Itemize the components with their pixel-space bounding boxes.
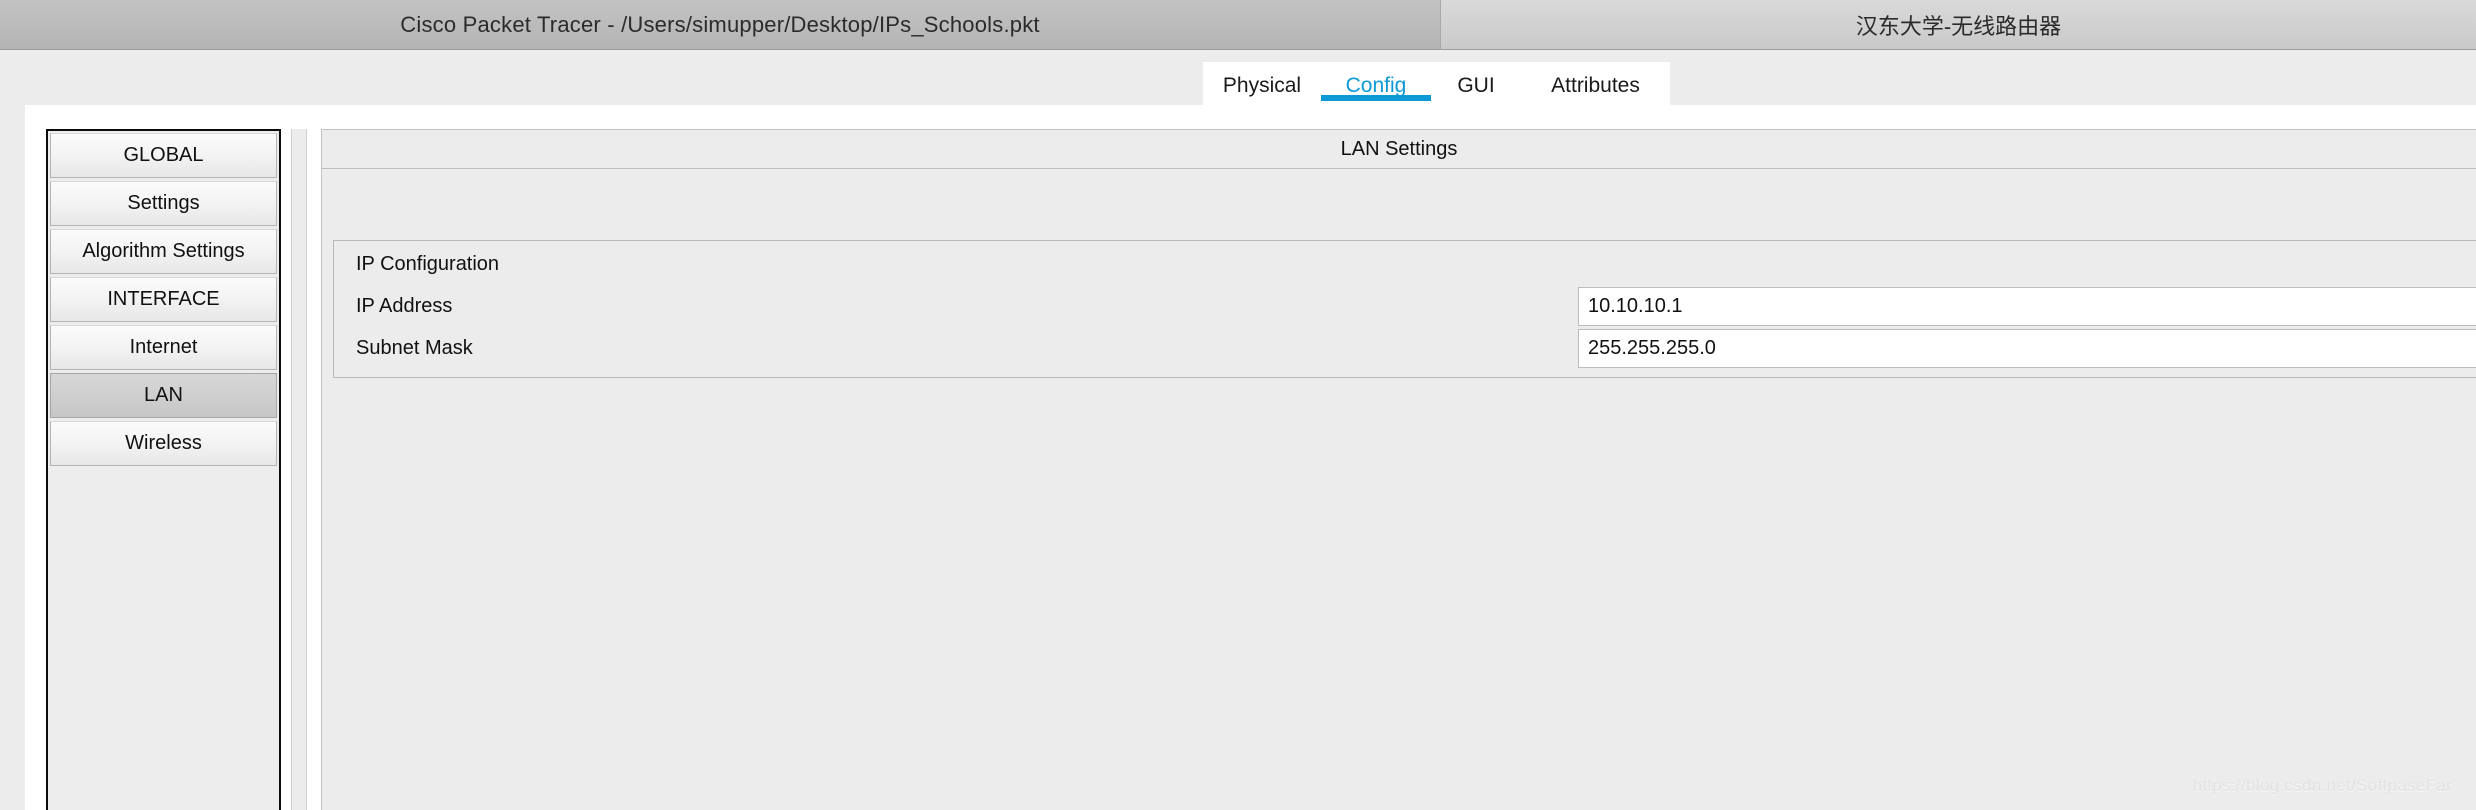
subnet-mask-label: Subnet Mask bbox=[356, 337, 473, 359]
tab-config[interactable]: Config bbox=[1321, 62, 1431, 107]
tab-attributes[interactable]: Attributes bbox=[1521, 62, 1670, 107]
ip-address-value: 10.10.10.1 bbox=[1588, 295, 1683, 317]
tab-bar: Physical Config GUI Attributes bbox=[1203, 62, 1670, 107]
device-title-bar: 汉东大学-无线路由器 bbox=[1440, 0, 2476, 50]
tab-config-underline bbox=[1321, 95, 1431, 101]
packet-tracer-window: Cisco Packet Tracer - /Users/simupper/De… bbox=[0, 0, 2476, 810]
title-bar: Cisco Packet Tracer - /Users/simupper/De… bbox=[0, 0, 2476, 50]
panel-splitter[interactable] bbox=[291, 129, 307, 810]
panel-body: IP Configuration IP Address 10.10.10.1 S… bbox=[322, 169, 2476, 810]
lan-settings-panel: LAN Settings IP Configuration IP Address… bbox=[321, 129, 2476, 810]
tab-physical-label: Physical bbox=[1222, 73, 1302, 97]
application-title-bar: Cisco Packet Tracer - /Users/simupper/De… bbox=[0, 0, 1440, 50]
sidebar-item-settings[interactable]: Settings bbox=[50, 181, 277, 226]
tab-physical[interactable]: Physical bbox=[1203, 62, 1321, 107]
sidebar-item-label: Settings bbox=[127, 192, 200, 214]
tab-gui-label: GUI bbox=[1457, 73, 1495, 97]
config-page: GLOBAL Settings Algorithm Settings INTER… bbox=[25, 105, 2476, 810]
watermark: https://blog.csdn.net/SoftpaseFar bbox=[2192, 776, 2452, 795]
subnet-mask-row: Subnet Mask 255.255.255.0 bbox=[334, 327, 2476, 369]
tab-attributes-underline bbox=[1521, 95, 1670, 101]
ip-configuration-label: IP Configuration bbox=[356, 253, 500, 275]
sidebar-item-global[interactable]: GLOBAL bbox=[50, 133, 277, 178]
device-title: 汉东大学-无线路由器 bbox=[1855, 13, 2062, 39]
tab-attributes-label: Attributes bbox=[1551, 73, 1640, 97]
tab-bar-zone: Physical Config GUI Attributes bbox=[0, 51, 2476, 107]
sidebar-item-internet[interactable]: Internet bbox=[50, 325, 277, 370]
panel-header: LAN Settings bbox=[322, 130, 2476, 169]
sidebar-item-label: Wireless bbox=[125, 432, 202, 454]
config-sidebar: GLOBAL Settings Algorithm Settings INTER… bbox=[46, 129, 281, 810]
tab-gui[interactable]: GUI bbox=[1431, 62, 1521, 107]
tab-physical-underline bbox=[1203, 95, 1321, 101]
subnet-mask-input[interactable]: 255.255.255.0 bbox=[1578, 329, 2476, 368]
sidebar-item-label: INTERFACE bbox=[107, 288, 220, 310]
sidebar-item-lan[interactable]: LAN bbox=[50, 373, 277, 418]
tab-gui-underline bbox=[1431, 95, 1521, 101]
sidebar-item-label: Algorithm Settings bbox=[82, 240, 245, 262]
ip-address-label: IP Address bbox=[356, 295, 453, 317]
sidebar-item-wireless[interactable]: Wireless bbox=[50, 421, 277, 466]
application-title: Cisco Packet Tracer - /Users/simupper/De… bbox=[400, 11, 1040, 37]
sidebar-item-label: Internet bbox=[129, 336, 198, 358]
subnet-mask-value: 255.255.255.0 bbox=[1588, 337, 1716, 359]
sidebar-item-label: LAN bbox=[144, 384, 183, 406]
ip-configuration-group: IP Configuration IP Address 10.10.10.1 S… bbox=[333, 240, 2476, 378]
ip-address-input[interactable]: 10.10.10.1 bbox=[1578, 287, 2476, 326]
config-sidebar-list: GLOBAL Settings Algorithm Settings INTER… bbox=[50, 133, 277, 810]
sidebar-item-interface[interactable]: INTERFACE bbox=[50, 277, 277, 322]
panel-title: LAN Settings bbox=[1340, 137, 1458, 160]
sidebar-item-algorithm-settings[interactable]: Algorithm Settings bbox=[50, 229, 277, 274]
sidebar-item-label: GLOBAL bbox=[123, 144, 204, 166]
tab-config-label: Config bbox=[1345, 73, 1407, 97]
ip-address-row: IP Address 10.10.10.1 bbox=[334, 285, 2476, 327]
